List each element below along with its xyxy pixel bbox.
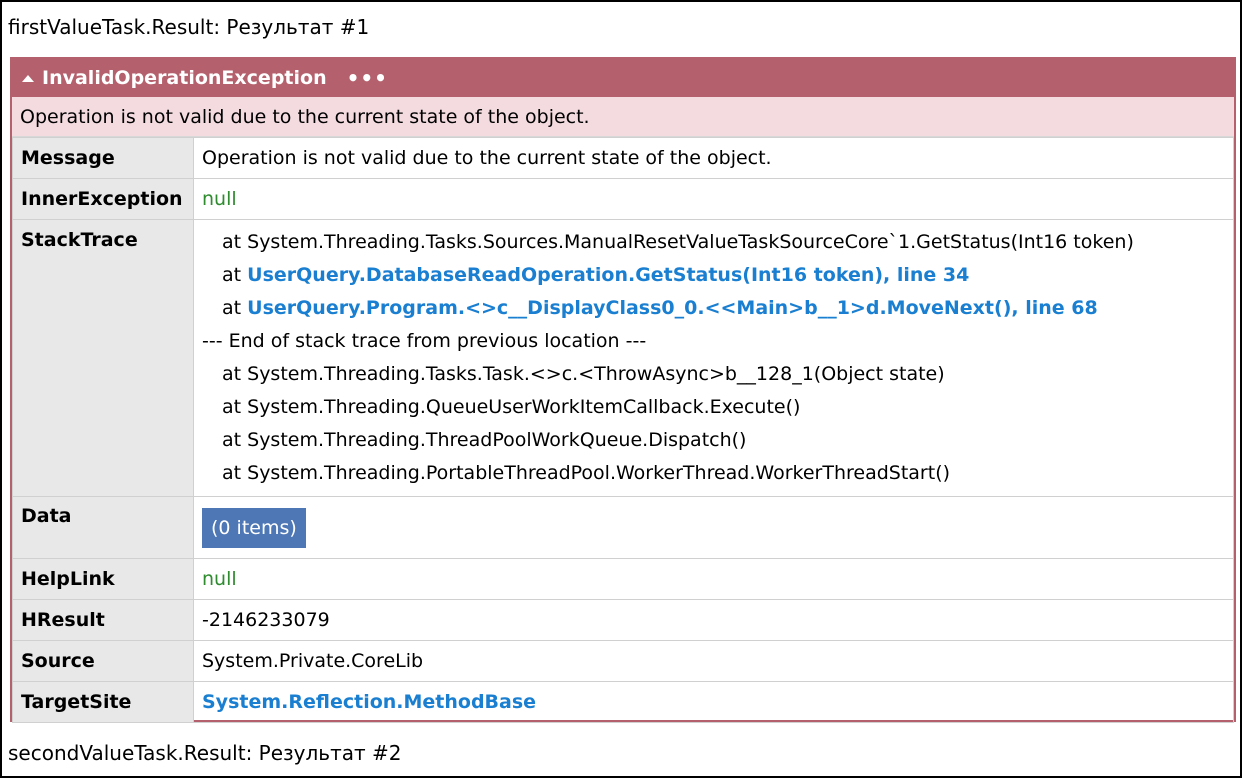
- property-value: Operation is not valid due to the curren…: [193, 137, 1234, 179]
- stack-frame: at System.Threading.ThreadPoolWorkQueue.…: [222, 429, 747, 451]
- stack-frame: at System.Threading.QueueUserWorkItemCal…: [222, 396, 801, 418]
- property-key: TargetSite: [12, 681, 194, 723]
- stack-frame-prefix: at: [222, 264, 248, 286]
- table-row-helplink: HelpLink null: [12, 558, 1234, 600]
- more-options-icon[interactable]: •••: [347, 66, 388, 90]
- stack-frame-link[interactable]: UserQuery.Program.<>c__DisplayClass0_0.<…: [247, 297, 1098, 319]
- property-value: System.Private.CoreLib: [193, 640, 1234, 682]
- stacktrace-value: at System.Threading.Tasks.Sources.Manual…: [193, 219, 1234, 497]
- null-value: null: [193, 178, 1234, 220]
- stack-frame: at UserQuery.DatabaseReadOperation.GetSt…: [202, 259, 1233, 292]
- property-key: StackTrace: [12, 219, 194, 497]
- table-row-hresult: HResult -2146233079: [12, 599, 1234, 641]
- second-result-line: secondValueTask.Result: Результат #2: [8, 741, 402, 765]
- exception-properties-table: Message Operation is not valid due to th…: [12, 137, 1234, 723]
- output-panel: firstValueTask.Result: Результат #1 Inva…: [0, 0, 1242, 778]
- stack-frame: at System.Threading.PortableThreadPool.W…: [222, 462, 951, 484]
- property-key: Source: [12, 640, 194, 682]
- stack-frame-link[interactable]: UserQuery.DatabaseReadOperation.GetStatu…: [247, 264, 969, 286]
- property-key: Message: [12, 137, 194, 179]
- stack-frame: at System.Threading.Tasks.Task.<>c.<Thro…: [222, 363, 945, 385]
- exception-header[interactable]: InvalidOperationException •••: [12, 59, 1234, 97]
- exception-type[interactable]: InvalidOperationException: [42, 67, 327, 89]
- stack-separator: --- End of stack trace from previous loc…: [202, 330, 647, 352]
- property-key: Data: [12, 496, 194, 559]
- table-row-message: Message Operation is not valid due to th…: [12, 137, 1234, 179]
- stack-frame: at System.Threading.Tasks.Sources.Manual…: [222, 231, 1134, 253]
- data-value: (0 items): [193, 496, 1234, 559]
- table-row-inner-exception: InnerException null: [12, 178, 1234, 220]
- property-key: HResult: [12, 599, 194, 641]
- table-row-source: Source System.Private.CoreLib: [12, 640, 1234, 682]
- property-value: -2146233079: [193, 599, 1234, 641]
- exception-panel: InvalidOperationException ••• Operation …: [10, 57, 1236, 723]
- targetsite-link[interactable]: System.Reflection.MethodBase: [193, 681, 1234, 723]
- caret-up-icon[interactable]: [22, 74, 34, 82]
- property-key: InnerException: [12, 178, 194, 220]
- table-row-stacktrace: StackTrace at System.Threading.Tasks.Sou…: [12, 219, 1234, 497]
- table-row-targetsite: TargetSite System.Reflection.MethodBase: [12, 681, 1234, 723]
- stack-frame: at UserQuery.Program.<>c__DisplayClass0_…: [202, 292, 1233, 325]
- stack-frame-prefix: at: [222, 297, 248, 319]
- exception-summary: Operation is not valid due to the curren…: [12, 97, 1234, 137]
- property-key: HelpLink: [12, 558, 194, 600]
- data-items-button[interactable]: (0 items): [202, 508, 306, 548]
- null-value: null: [193, 558, 1234, 600]
- table-row-data: Data (0 items): [12, 496, 1234, 559]
- first-result-line: firstValueTask.Result: Результат #1: [8, 15, 370, 39]
